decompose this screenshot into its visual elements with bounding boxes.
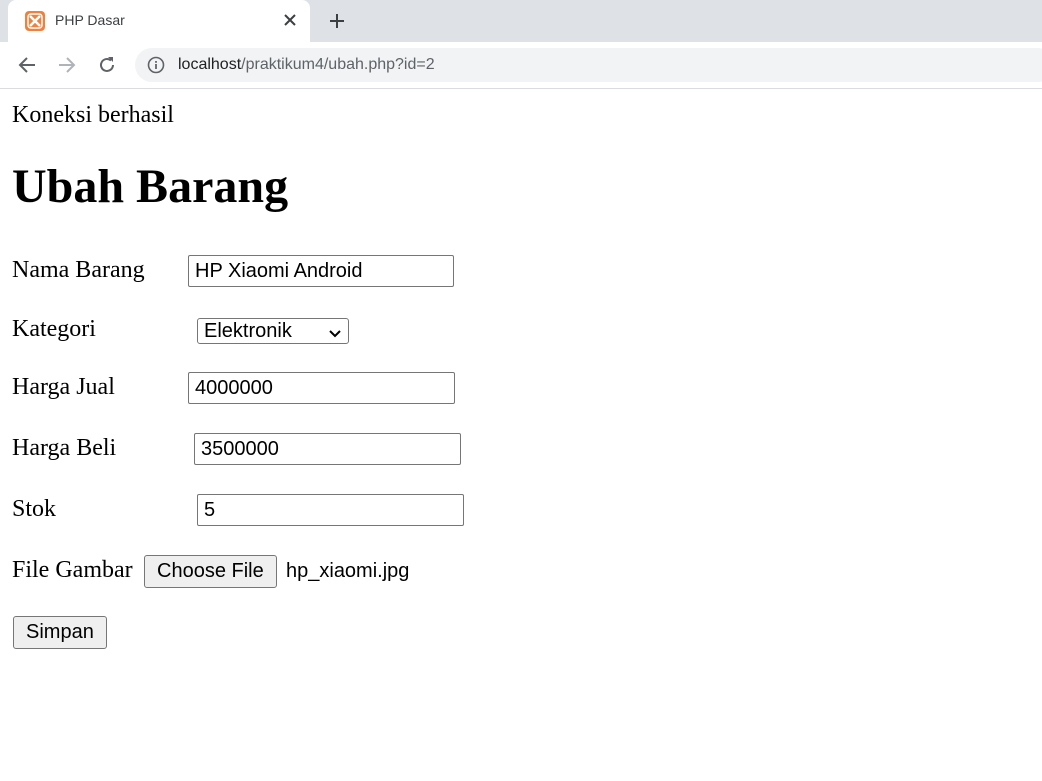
tab-bar: PHP Dasar — [0, 0, 1042, 42]
plus-icon[interactable] — [326, 10, 348, 32]
info-icon[interactable] — [147, 56, 165, 74]
url-path: /praktikum4/ubah.php?id=2 — [241, 56, 435, 73]
file-name-text: hp_xiaomi.jpg — [286, 560, 410, 582]
tab-title: PHP Dasar — [55, 12, 125, 28]
address-bar[interactable]: localhost/praktikum4/ubah.php?id=2 — [135, 48, 1042, 82]
stok-input[interactable] — [197, 494, 464, 526]
kategori-select[interactable]: Elektronik — [197, 318, 349, 344]
url-text: localhost/praktikum4/ubah.php?id=2 — [178, 56, 435, 74]
kategori-selected-value: Elektronik — [204, 320, 292, 342]
page-content: Koneksi berhasil Ubah Barang Nama Barang… — [0, 89, 1042, 781]
nama-barang-input[interactable] — [188, 255, 454, 287]
browser-tab[interactable]: PHP Dasar — [8, 0, 310, 42]
file-gambar-label: File Gambar — [12, 557, 133, 583]
xampp-favicon-icon — [25, 11, 45, 31]
harga-jual-label: Harga Jual — [12, 374, 115, 400]
reload-icon[interactable] — [96, 54, 118, 76]
kategori-label: Kategori — [12, 316, 96, 342]
url-host: localhost — [178, 56, 242, 73]
harga-beli-input[interactable] — [194, 433, 461, 465]
harga-beli-label: Harga Beli — [12, 435, 117, 461]
stok-label: Stok — [12, 496, 57, 522]
chevron-down-icon — [328, 323, 342, 347]
harga-jual-input[interactable] — [188, 372, 455, 404]
page-title: Ubah Barang — [12, 160, 289, 213]
simpan-button[interactable]: Simpan — [13, 616, 107, 649]
back-arrow-icon[interactable] — [16, 54, 38, 76]
choose-file-button[interactable]: Choose File — [144, 555, 277, 588]
forward-arrow-icon[interactable] — [56, 54, 78, 76]
connection-status: Koneksi berhasil — [12, 102, 174, 128]
browser-toolbar: localhost/praktikum4/ubah.php?id=2 — [0, 42, 1042, 89]
close-icon[interactable] — [280, 10, 300, 30]
nama-barang-label: Nama Barang — [12, 257, 145, 283]
